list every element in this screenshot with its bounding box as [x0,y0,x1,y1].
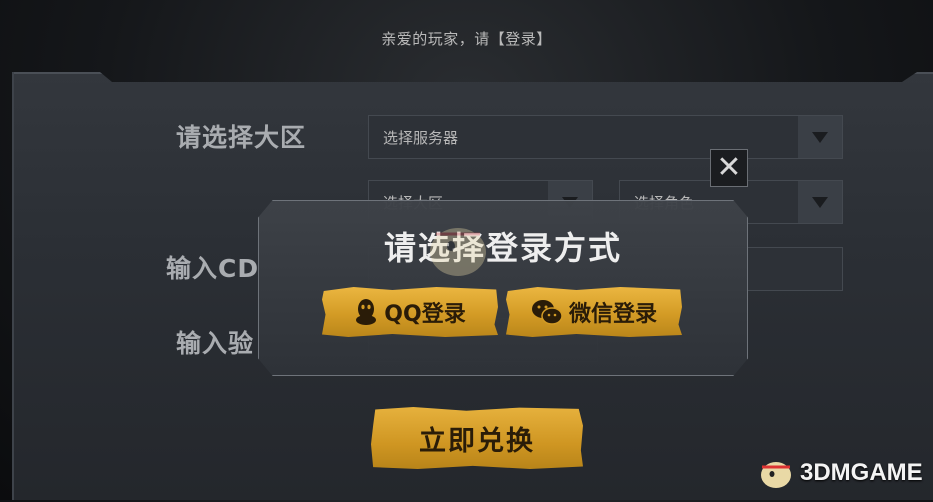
watermark-text: 3DMGAME [800,459,923,486]
dialog-title: 请选择登录方式 [383,229,622,267]
wechat-login-label: 微信登录 [568,302,657,327]
qq-login-button[interactable]: QQ登录 [322,287,498,337]
panel-border [12,72,14,500]
chevron-down-icon[interactable] [798,181,842,223]
captcha-label: 输入验 [176,329,255,358]
qq-login-label: QQ登录 [384,302,466,327]
login-prompt: 亲爱的玩家，请【登录】 [381,30,552,48]
redeem-button[interactable]: 立即兑换 [371,407,583,469]
qq-icon [356,299,377,325]
close-icon[interactable]: ✕ [710,149,748,187]
wechat-login-button[interactable]: 微信登录 [506,287,682,337]
site-watermark: 3DMGAME [756,455,923,491]
wechat-icon [531,300,563,325]
mascot-watermark-icon [430,228,486,276]
mascot-logo-icon [761,462,791,488]
chevron-down-icon[interactable] [798,116,842,158]
server-select-value: 选择服务器 [383,128,459,147]
region-label: 请选择大区 [176,123,307,152]
login-method-dialog: 请选择登录方式 [258,200,748,376]
cdkey-label: 输入CD [166,254,260,283]
server-select[interactable]: 选择服务器 [368,115,843,159]
